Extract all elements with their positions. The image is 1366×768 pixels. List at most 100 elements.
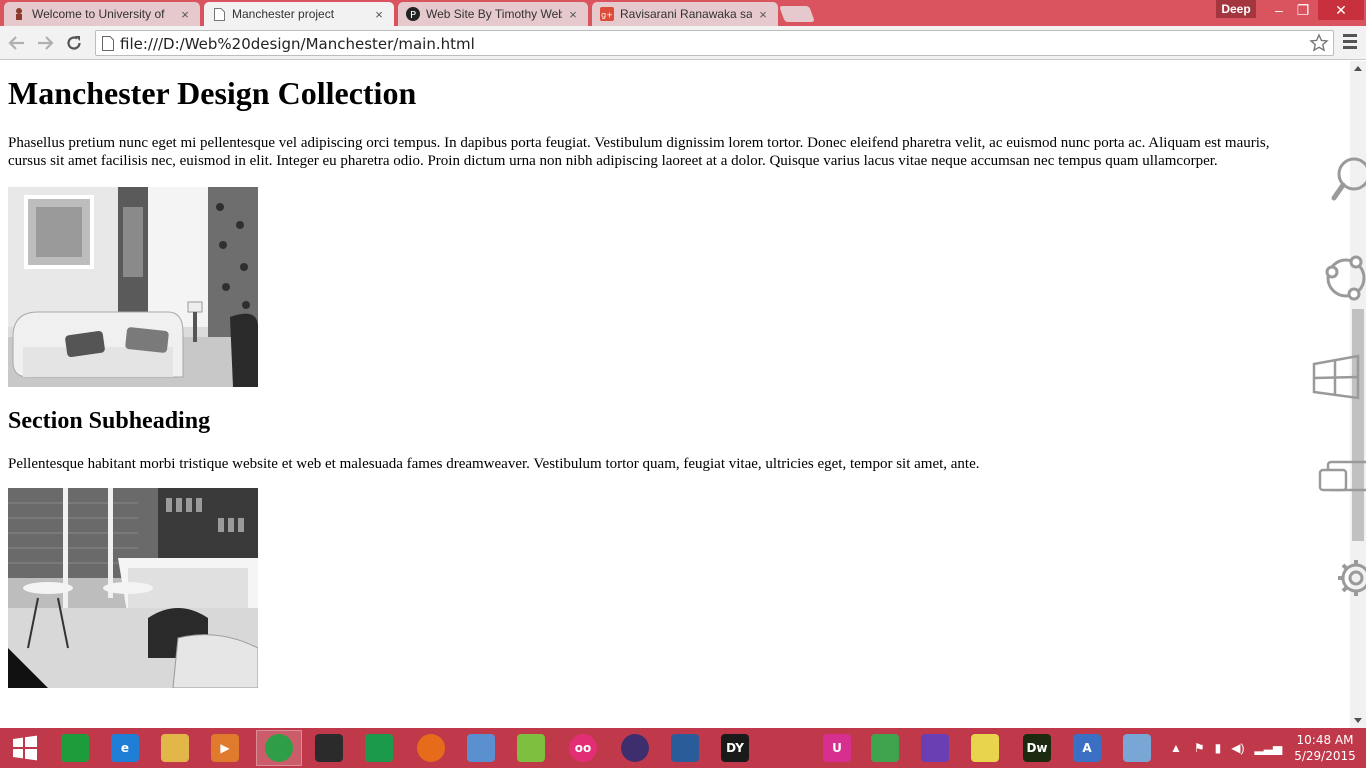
taskbar-nvidia[interactable] — [306, 730, 352, 766]
tab-close-icon[interactable]: × — [756, 7, 770, 22]
scroll-down-arrow[interactable] — [1354, 718, 1362, 723]
user-badge[interactable]: Deep — [1216, 0, 1256, 18]
close-window-button[interactable]: ✕ — [1318, 0, 1364, 20]
devices-charm-icon[interactable] — [1308, 450, 1366, 510]
tab-google-plus[interactable]: g+ Ravisarani Ranawaka says × — [592, 2, 778, 26]
tab-university[interactable]: Welcome to University of × — [4, 2, 200, 26]
battery-icon[interactable]: ▮ — [1215, 741, 1222, 755]
taskbar-notepad-plus-plus[interactable] — [508, 730, 554, 766]
system-tray: ▲ ⚑ ▮ ◀) ▂▃▅ — [1170, 728, 1282, 768]
eclipse-icon — [621, 734, 649, 762]
dyrazor-icon: DY — [721, 734, 749, 762]
maximize-button[interactable]: ❐ — [1292, 0, 1314, 20]
taskbar-media-player[interactable]: ▶ — [202, 730, 248, 766]
show-hidden-icons-icon[interactable]: ▲ — [1170, 741, 1182, 755]
taskbar-dyrazor[interactable]: DY — [712, 730, 758, 766]
minimize-button[interactable]: – — [1268, 0, 1290, 20]
page-title: Manchester Design Collection — [8, 75, 417, 111]
back-arrow-icon — [8, 36, 24, 50]
sticky-notes-icon — [971, 734, 999, 762]
taskbar-internet-explorer[interactable]: e — [102, 730, 148, 766]
page-content: Manchester Design Collection Phasellus p… — [8, 61, 1308, 688]
page-viewport: Manchester Design Collection Phasellus p… — [0, 61, 1350, 728]
share-charm-icon[interactable] — [1308, 248, 1366, 308]
notepad-plus-plus-icon — [517, 734, 545, 762]
uplay-icon: U — [823, 734, 851, 762]
clock-date: 5/29/2015 — [1294, 749, 1356, 763]
intro-paragraph: Phasellus pretium nunc eget mi pellentes… — [8, 135, 1270, 169]
media-player-icon: ▶ — [211, 734, 239, 762]
start-button[interactable] — [2, 730, 48, 766]
chrome-icon — [265, 734, 293, 762]
taskbar-paint[interactable] — [1114, 730, 1160, 766]
browser-toolbar: file:///D:/Web%20design/Manchester/main.… — [0, 26, 1366, 60]
back-button[interactable] — [5, 31, 29, 55]
nvidia-icon — [315, 734, 343, 762]
tab-close-icon[interactable]: × — [372, 7, 386, 22]
action-center-flag-icon[interactable]: ⚑ — [1194, 741, 1205, 755]
taskbar-visual-studio[interactable] — [912, 730, 958, 766]
virtualbox-icon — [671, 734, 699, 762]
clock-time: 10:48 AM — [1296, 733, 1354, 747]
spiral-app-icon — [365, 734, 393, 762]
tab-close-icon[interactable]: × — [566, 7, 580, 22]
section-subheading: Section Subheading — [8, 408, 211, 434]
tab-title: Ravisarani Ranawaka says — [620, 7, 752, 21]
store-icon — [61, 734, 89, 762]
taskbar-sticky-notes[interactable] — [962, 730, 1008, 766]
visual-studio-icon — [921, 734, 949, 762]
taskbar-virtualbox[interactable] — [662, 730, 708, 766]
new-tab-button[interactable] — [779, 6, 815, 22]
taskbar-dreamweaver[interactable]: Dw — [1014, 730, 1060, 766]
svg-text:g+: g+ — [601, 11, 613, 20]
svg-text:P: P — [410, 10, 416, 21]
network-signal-icon[interactable]: ▂▃▅ — [1255, 741, 1283, 755]
wordpad-icon: A — [1073, 734, 1101, 762]
dreamweaver-icon: Dw — [1023, 734, 1051, 762]
search-charm-icon[interactable] — [1308, 150, 1366, 210]
taskbar-virtualbox-cube[interactable] — [458, 730, 504, 766]
menu-hamburger-icon[interactable] — [1340, 34, 1360, 52]
reload-icon — [67, 36, 81, 50]
virtualbox-cube-icon — [467, 734, 495, 762]
cafe-interior-photo — [8, 488, 258, 688]
settings-charm-icon[interactable] — [1308, 548, 1366, 608]
taskbar-file-explorer[interactable] — [152, 730, 198, 766]
tab-strip: Welcome to University of × Manchester pr… — [0, 0, 1366, 26]
taskbar-chrome[interactable] — [256, 730, 302, 766]
taskbar-spiral-app[interactable] — [356, 730, 402, 766]
tab-timothy-web[interactable]: P Web Site By Timothy Web × — [398, 2, 588, 26]
forward-button[interactable] — [33, 31, 57, 55]
pinterest-p-icon: P — [406, 7, 420, 21]
section-paragraph: Pellentesque habitant morbi tristique we… — [8, 456, 980, 472]
address-bar[interactable]: file:///D:/Web%20design/Manchester/main.… — [95, 30, 1334, 56]
taskbar-wordpad[interactable]: A — [1064, 730, 1110, 766]
taskbar-eclipse[interactable] — [612, 730, 658, 766]
taskbar-uplay[interactable]: U — [814, 730, 860, 766]
taskbar-android-studio[interactable] — [862, 730, 908, 766]
scroll-up-arrow[interactable] — [1354, 66, 1362, 71]
taskbar-clock[interactable]: 10:48 AM 5/29/2015 — [1290, 732, 1360, 764]
tab-title: Manchester project — [232, 7, 335, 21]
taskbar-remote-display[interactable] — [764, 730, 810, 766]
windows-taskbar: e ▶ oo DY U Dw A ▲ ⚑ ▮ ◀) ▂▃▅ 10:48 AM 5/29/20… — [0, 728, 1366, 768]
page-icon — [212, 7, 226, 21]
internet-explorer-icon: e — [111, 734, 139, 762]
taskbar-flickr[interactable]: oo — [560, 730, 606, 766]
start-charm-icon[interactable] — [1308, 350, 1366, 410]
taskbar-store[interactable] — [52, 730, 98, 766]
reload-button[interactable] — [62, 31, 86, 55]
page-icon — [102, 36, 114, 51]
forward-arrow-icon — [38, 36, 54, 50]
firefox-icon — [417, 734, 445, 762]
android-studio-icon — [871, 734, 899, 762]
volume-icon[interactable]: ◀) — [1231, 741, 1244, 755]
flickr-icon: oo — [569, 734, 597, 762]
remote-display-icon — [773, 734, 801, 762]
tab-manchester-project[interactable]: Manchester project × — [204, 2, 394, 26]
taskbar-firefox[interactable] — [408, 730, 454, 766]
living-room-photo — [8, 187, 258, 387]
google-plus-icon: g+ — [600, 7, 614, 21]
bookmark-star-icon[interactable] — [1309, 33, 1329, 53]
tab-close-icon[interactable]: × — [178, 7, 192, 22]
